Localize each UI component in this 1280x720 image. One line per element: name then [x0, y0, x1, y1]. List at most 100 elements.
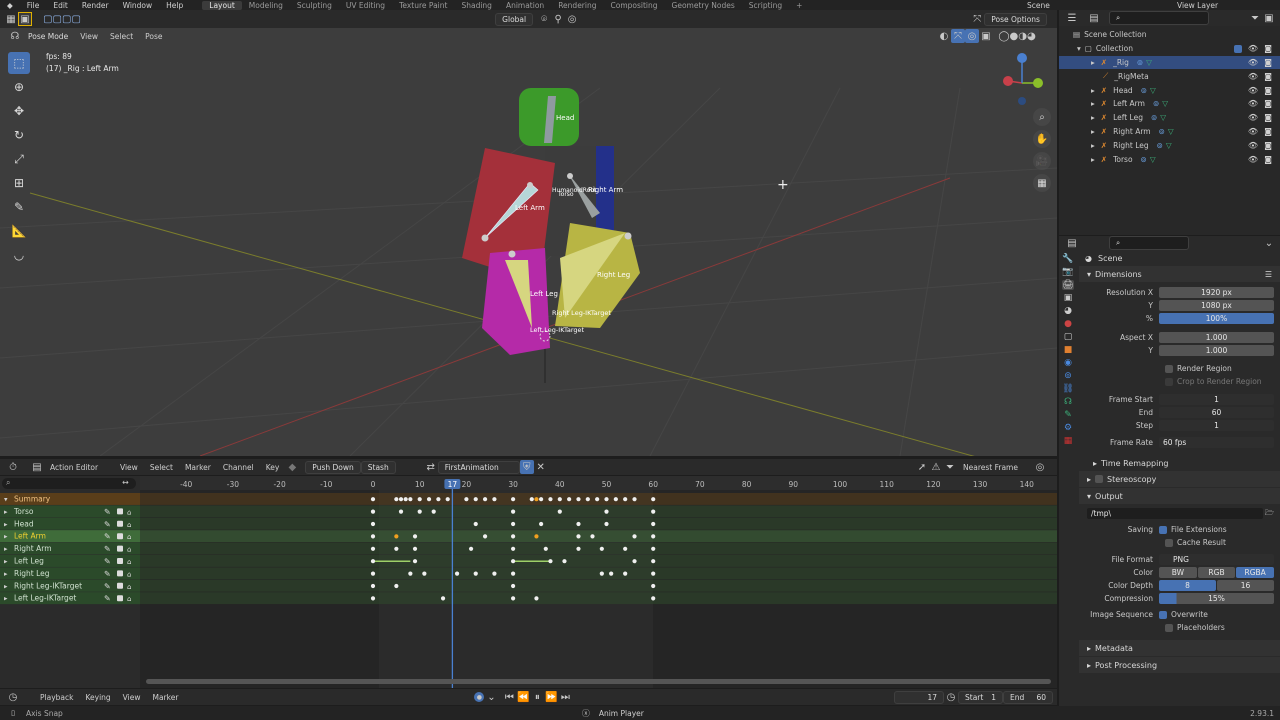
filter-icon[interactable]: ⏷ — [943, 460, 957, 474]
properties-search[interactable]: ⌕ — [1109, 236, 1189, 250]
key-point[interactable] — [632, 534, 637, 539]
scene-selector[interactable]: Scene — [1020, 1, 1170, 10]
key-point[interactable] — [445, 497, 450, 502]
cursor-tool-icon[interactable]: ⊕ — [8, 76, 30, 98]
playback-menu[interactable]: Playback — [34, 693, 79, 702]
eye-icon[interactable]: 👁 — [1248, 141, 1258, 150]
eye-icon[interactable]: 👁 — [1248, 86, 1258, 95]
key-point[interactable] — [370, 546, 376, 551]
next-key-icon[interactable]: ⏩ — [544, 690, 558, 704]
outliner-item[interactable]: ⟋ _RigMeta 👁 ◙ — [1059, 69, 1280, 83]
key-point[interactable] — [370, 583, 376, 589]
key-point[interactable] — [585, 497, 590, 502]
snap-icon[interactable]: ⚲ — [551, 12, 565, 26]
eye-icon[interactable]: 👁 — [1248, 72, 1258, 81]
key-point[interactable] — [567, 497, 572, 502]
ae-key-menu[interactable]: Key — [260, 463, 286, 472]
render-region-checkbox[interactable] — [1165, 364, 1173, 373]
collection-tab-icon[interactable]: ▢ — [1064, 332, 1073, 342]
action-editor-mode-icon[interactable]: ▤ — [30, 460, 44, 474]
key-point[interactable] — [394, 534, 399, 539]
stereoscopy-header[interactable]: ▸ Stereoscopy — [1079, 471, 1280, 487]
physics-tab-icon[interactable]: ⊚ — [1064, 371, 1072, 381]
key-point[interactable] — [534, 497, 539, 502]
camera-icon[interactable]: ◙ — [1264, 99, 1272, 108]
key-point[interactable] — [370, 521, 376, 527]
data-tab-icon[interactable]: ☊ — [1064, 397, 1072, 407]
keying-set-icon[interactable]: ⌄ — [484, 690, 498, 704]
pan-hand-icon[interactable]: ✋ — [1033, 130, 1051, 148]
key-point[interactable] — [370, 559, 376, 564]
eye-icon[interactable]: 👁 — [1248, 44, 1258, 53]
key-point[interactable] — [408, 571, 413, 576]
selection-mode-icons[interactable]: ▢▢▢▢ — [32, 12, 92, 26]
texture-tab-icon[interactable]: ▦ — [1064, 436, 1073, 446]
view-layer-selector[interactable]: View Layer — [1170, 1, 1280, 10]
key-point[interactable] — [370, 596, 376, 601]
key-point[interactable] — [398, 509, 404, 514]
tab-rendering[interactable]: Rendering — [551, 1, 603, 10]
key-point[interactable] — [651, 583, 656, 589]
menu-help[interactable]: Help — [159, 1, 190, 10]
show-errors-icon[interactable]: ⚠ — [929, 460, 943, 474]
proportional-edit-icon[interactable]: ◎ — [565, 12, 579, 26]
outliner-item[interactable]: ▸ ✗ Torso ⊚ ▽ 👁 ◙ — [1059, 152, 1280, 166]
rotate-tool-icon[interactable]: ↻ — [8, 124, 30, 146]
outliner-item[interactable]: ▸ ✗ Left Arm ⊚ ▽ 👁 ◙ — [1059, 97, 1280, 111]
render-tab-icon[interactable]: 📷 — [1062, 267, 1073, 277]
key-point[interactable] — [394, 497, 399, 502]
start-frame-field[interactable]: Start 1 — [958, 690, 1003, 704]
keyframe-type-icon[interactable]: ◆ — [285, 460, 299, 474]
key-point[interactable] — [534, 534, 539, 539]
tool-tab-icon[interactable]: 🔧 — [1062, 254, 1073, 264]
res-y-field[interactable]: 1080 px — [1159, 300, 1274, 311]
key-point[interactable] — [651, 571, 656, 576]
file-ext-checkbox[interactable] — [1159, 525, 1167, 534]
expand-arrow-icon[interactable]: ▸ — [1091, 86, 1095, 95]
placeholders-checkbox[interactable] — [1165, 623, 1173, 632]
eye-icon[interactable]: 👁 — [1248, 113, 1258, 122]
color-bw[interactable]: BW — [1159, 567, 1197, 578]
key-point[interactable] — [557, 509, 562, 514]
key-point[interactable] — [651, 546, 656, 551]
expand-arrow-icon[interactable]: ▸ — [1091, 141, 1095, 150]
relax-pose-tool-icon[interactable]: ◡ — [8, 244, 30, 266]
key-point[interactable] — [651, 559, 656, 564]
scene-tab-icon[interactable]: ◕ — [1064, 306, 1072, 316]
3d-viewport[interactable]: ☊ Pose Mode View Select Pose ◐ ⤧ ◎ ▣ ◯●◑… — [0, 28, 1057, 456]
jump-end-icon[interactable]: ⏭ — [558, 690, 572, 704]
menu-window[interactable]: Window — [116, 1, 160, 10]
camera-icon[interactable]: ◙ — [1264, 58, 1272, 67]
frame-rate-dropdown[interactable]: 60 fps — [1159, 437, 1274, 448]
key-point[interactable] — [510, 534, 516, 539]
pause-icon[interactable]: ⏸ — [530, 690, 544, 704]
outliner-item[interactable]: ▸ ✗ Left Leg ⊚ ▽ 👁 ◙ — [1059, 111, 1280, 125]
unlink-action-icon[interactable]: ✕ — [534, 460, 548, 474]
menu-file[interactable]: File — [20, 1, 47, 10]
key-point[interactable] — [599, 571, 604, 576]
eye-icon[interactable]: 👁 — [1248, 58, 1258, 67]
eye-icon[interactable]: 👁 — [1248, 99, 1258, 108]
ae-channel-menu[interactable]: Channel — [217, 463, 260, 472]
blender-logo-icon[interactable]: ◆ — [0, 1, 20, 10]
key-point[interactable] — [510, 583, 516, 589]
output-path-field[interactable]: /tmp\ — [1087, 508, 1263, 519]
transform-tool-icon[interactable]: ⊞ — [8, 172, 30, 194]
view-layer-tab-icon[interactable]: ▣ — [1064, 293, 1073, 303]
tab-layout[interactable]: Layout — [202, 0, 242, 10]
properties-options-icon[interactable]: ⌄ — [1262, 236, 1276, 250]
anim-player-close-icon[interactable]: ⓧ — [579, 706, 593, 720]
auto-key-icon[interactable]: ● — [474, 692, 485, 702]
menu-render[interactable]: Render — [75, 1, 116, 10]
editor-type-icon[interactable]: ▦ — [4, 12, 18, 26]
editor-type-icon[interactable]: ⏱ — [6, 460, 20, 474]
presets-icon[interactable]: ☰ — [1265, 270, 1272, 279]
jump-start-icon[interactable]: ⏮ — [502, 690, 516, 704]
color-rgba[interactable]: RGBA — [1236, 567, 1275, 578]
key-point[interactable] — [370, 497, 376, 502]
key-point[interactable] — [492, 571, 497, 576]
expand-arrow-icon[interactable]: ▸ — [1091, 113, 1095, 122]
key-point[interactable] — [370, 571, 376, 576]
key-point[interactable] — [482, 497, 488, 502]
key-point[interactable] — [422, 571, 427, 576]
